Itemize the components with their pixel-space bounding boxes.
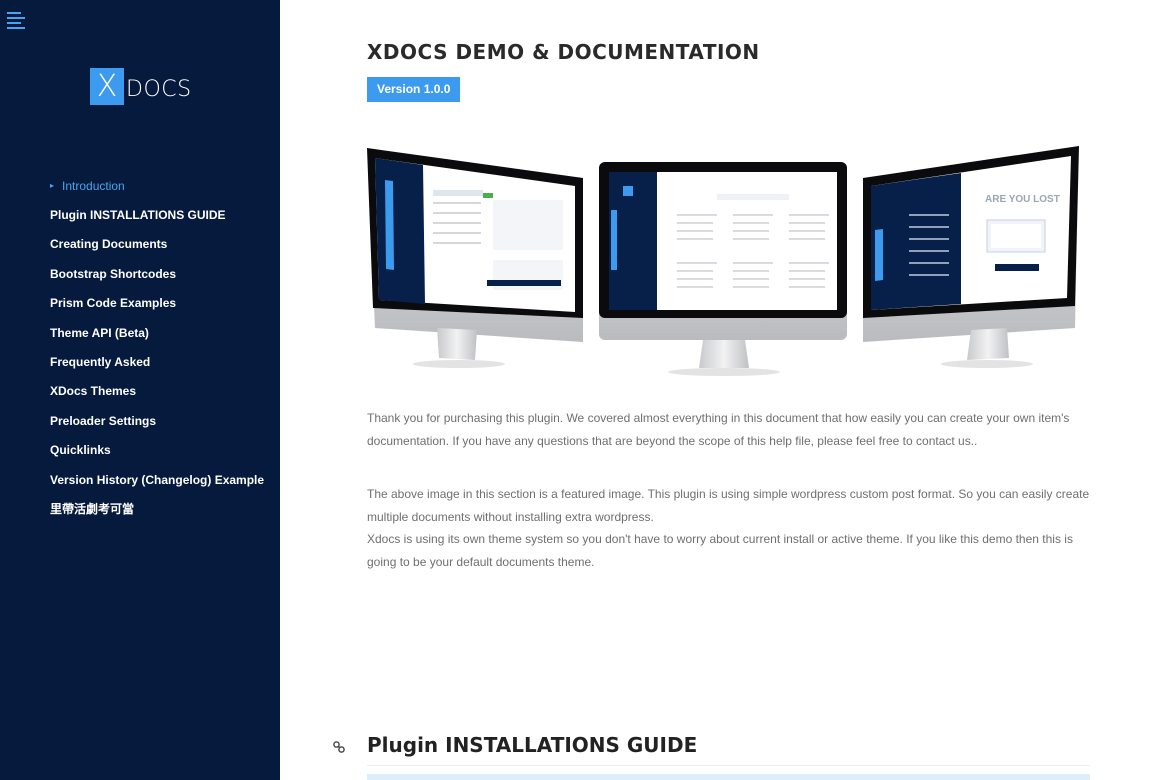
logo-mark: X — [90, 67, 124, 105]
hero-screen-text: ARE YOU LOST — [985, 194, 1060, 205]
sidebar-item-version-history[interactable]: Version History (Changelog) Example — [50, 465, 264, 494]
logo[interactable]: X DOCS — [90, 67, 192, 105]
sidebar-item-label: 里帶活劇考可當 — [50, 502, 135, 517]
sidebar-item-quicklinks[interactable]: Quicklinks — [50, 436, 264, 465]
monitor-center — [599, 162, 847, 376]
sidebar-item-label: Frequently Asked — [50, 355, 151, 370]
caret-right-icon: ▸ — [50, 181, 55, 191]
intro-paragraph-3: Xdocs is using its own theme system so y… — [367, 532, 1073, 569]
featured-image: ARE YOU LOST — [367, 146, 1079, 376]
sidebar-item-xdocs-themes[interactable]: XDocs Themes — [50, 377, 264, 406]
sidebar-item-label: Preloader Settings — [50, 413, 157, 428]
sidebar-item-prism-code-examples[interactable]: Prism Code Examples — [50, 289, 264, 318]
hamburger-menu-icon[interactable] — [7, 12, 27, 29]
sidebar-item-label: Introduction — [62, 178, 125, 193]
sidebar-item-label: Bootstrap Shortcodes — [50, 266, 177, 281]
sidebar-item-bootstrap-shortcodes[interactable]: Bootstrap Shortcodes — [50, 259, 264, 288]
sidebar-item-theme-api[interactable]: Theme API (Beta) — [50, 318, 264, 347]
intro-paragraph-1: Thank you for purchasing this plugin. We… — [367, 411, 1070, 448]
sidebar-item-label: Prism Code Examples — [50, 296, 177, 311]
sidebar-item-introduction[interactable]: ▸ Introduction — [50, 171, 264, 200]
sidebar-item-label: Version History (Changelog) Example — [50, 472, 265, 487]
intro-paragraph-2: The above image in this section is a fea… — [367, 487, 1090, 524]
sidebar-item-plugin-installations-guide[interactable]: Plugin INSTALLATIONS GUIDE — [50, 200, 264, 229]
sidebar-item-preloader-settings[interactable]: Preloader Settings — [50, 406, 264, 435]
sidebar-item-cjk[interactable]: 里帶活劇考可當 — [50, 494, 264, 523]
sidebar-item-frequently-asked[interactable]: Frequently Asked — [50, 347, 264, 376]
monitor-left — [367, 148, 583, 368]
sidebar-nav: ▸ Introduction Plugin INSTALLATIONS GUID… — [50, 171, 264, 524]
sidebar-item-label: Creating Documents — [50, 237, 168, 252]
sidebar-item-label: Theme API (Beta) — [50, 325, 149, 340]
sidebar-item-creating-documents[interactable]: Creating Documents — [50, 230, 264, 259]
page-title: XDOCS DEMO & DOCUMENTATION — [367, 40, 760, 64]
sidebar: X DOCS ▸ Introduction Plugin INSTALLATIO… — [0, 0, 280, 780]
monitor-right: ARE YOU LOST — [863, 146, 1079, 368]
section-divider — [367, 765, 1090, 766]
sidebar-item-label: XDocs Themes — [50, 384, 137, 399]
logo-text: DOCS — [126, 76, 192, 102]
main-content: XDOCS DEMO & DOCUMENTATION Version 1.0.0 — [280, 0, 1170, 780]
sidebar-item-label: Plugin INSTALLATIONS GUIDE — [50, 208, 226, 223]
section-info-box — [367, 774, 1090, 780]
link-icon[interactable] — [332, 740, 346, 754]
version-badge: Version 1.0.0 — [367, 77, 461, 102]
section-heading-installations: Plugin INSTALLATIONS GUIDE — [367, 733, 698, 757]
sidebar-item-label: Quicklinks — [50, 443, 111, 458]
